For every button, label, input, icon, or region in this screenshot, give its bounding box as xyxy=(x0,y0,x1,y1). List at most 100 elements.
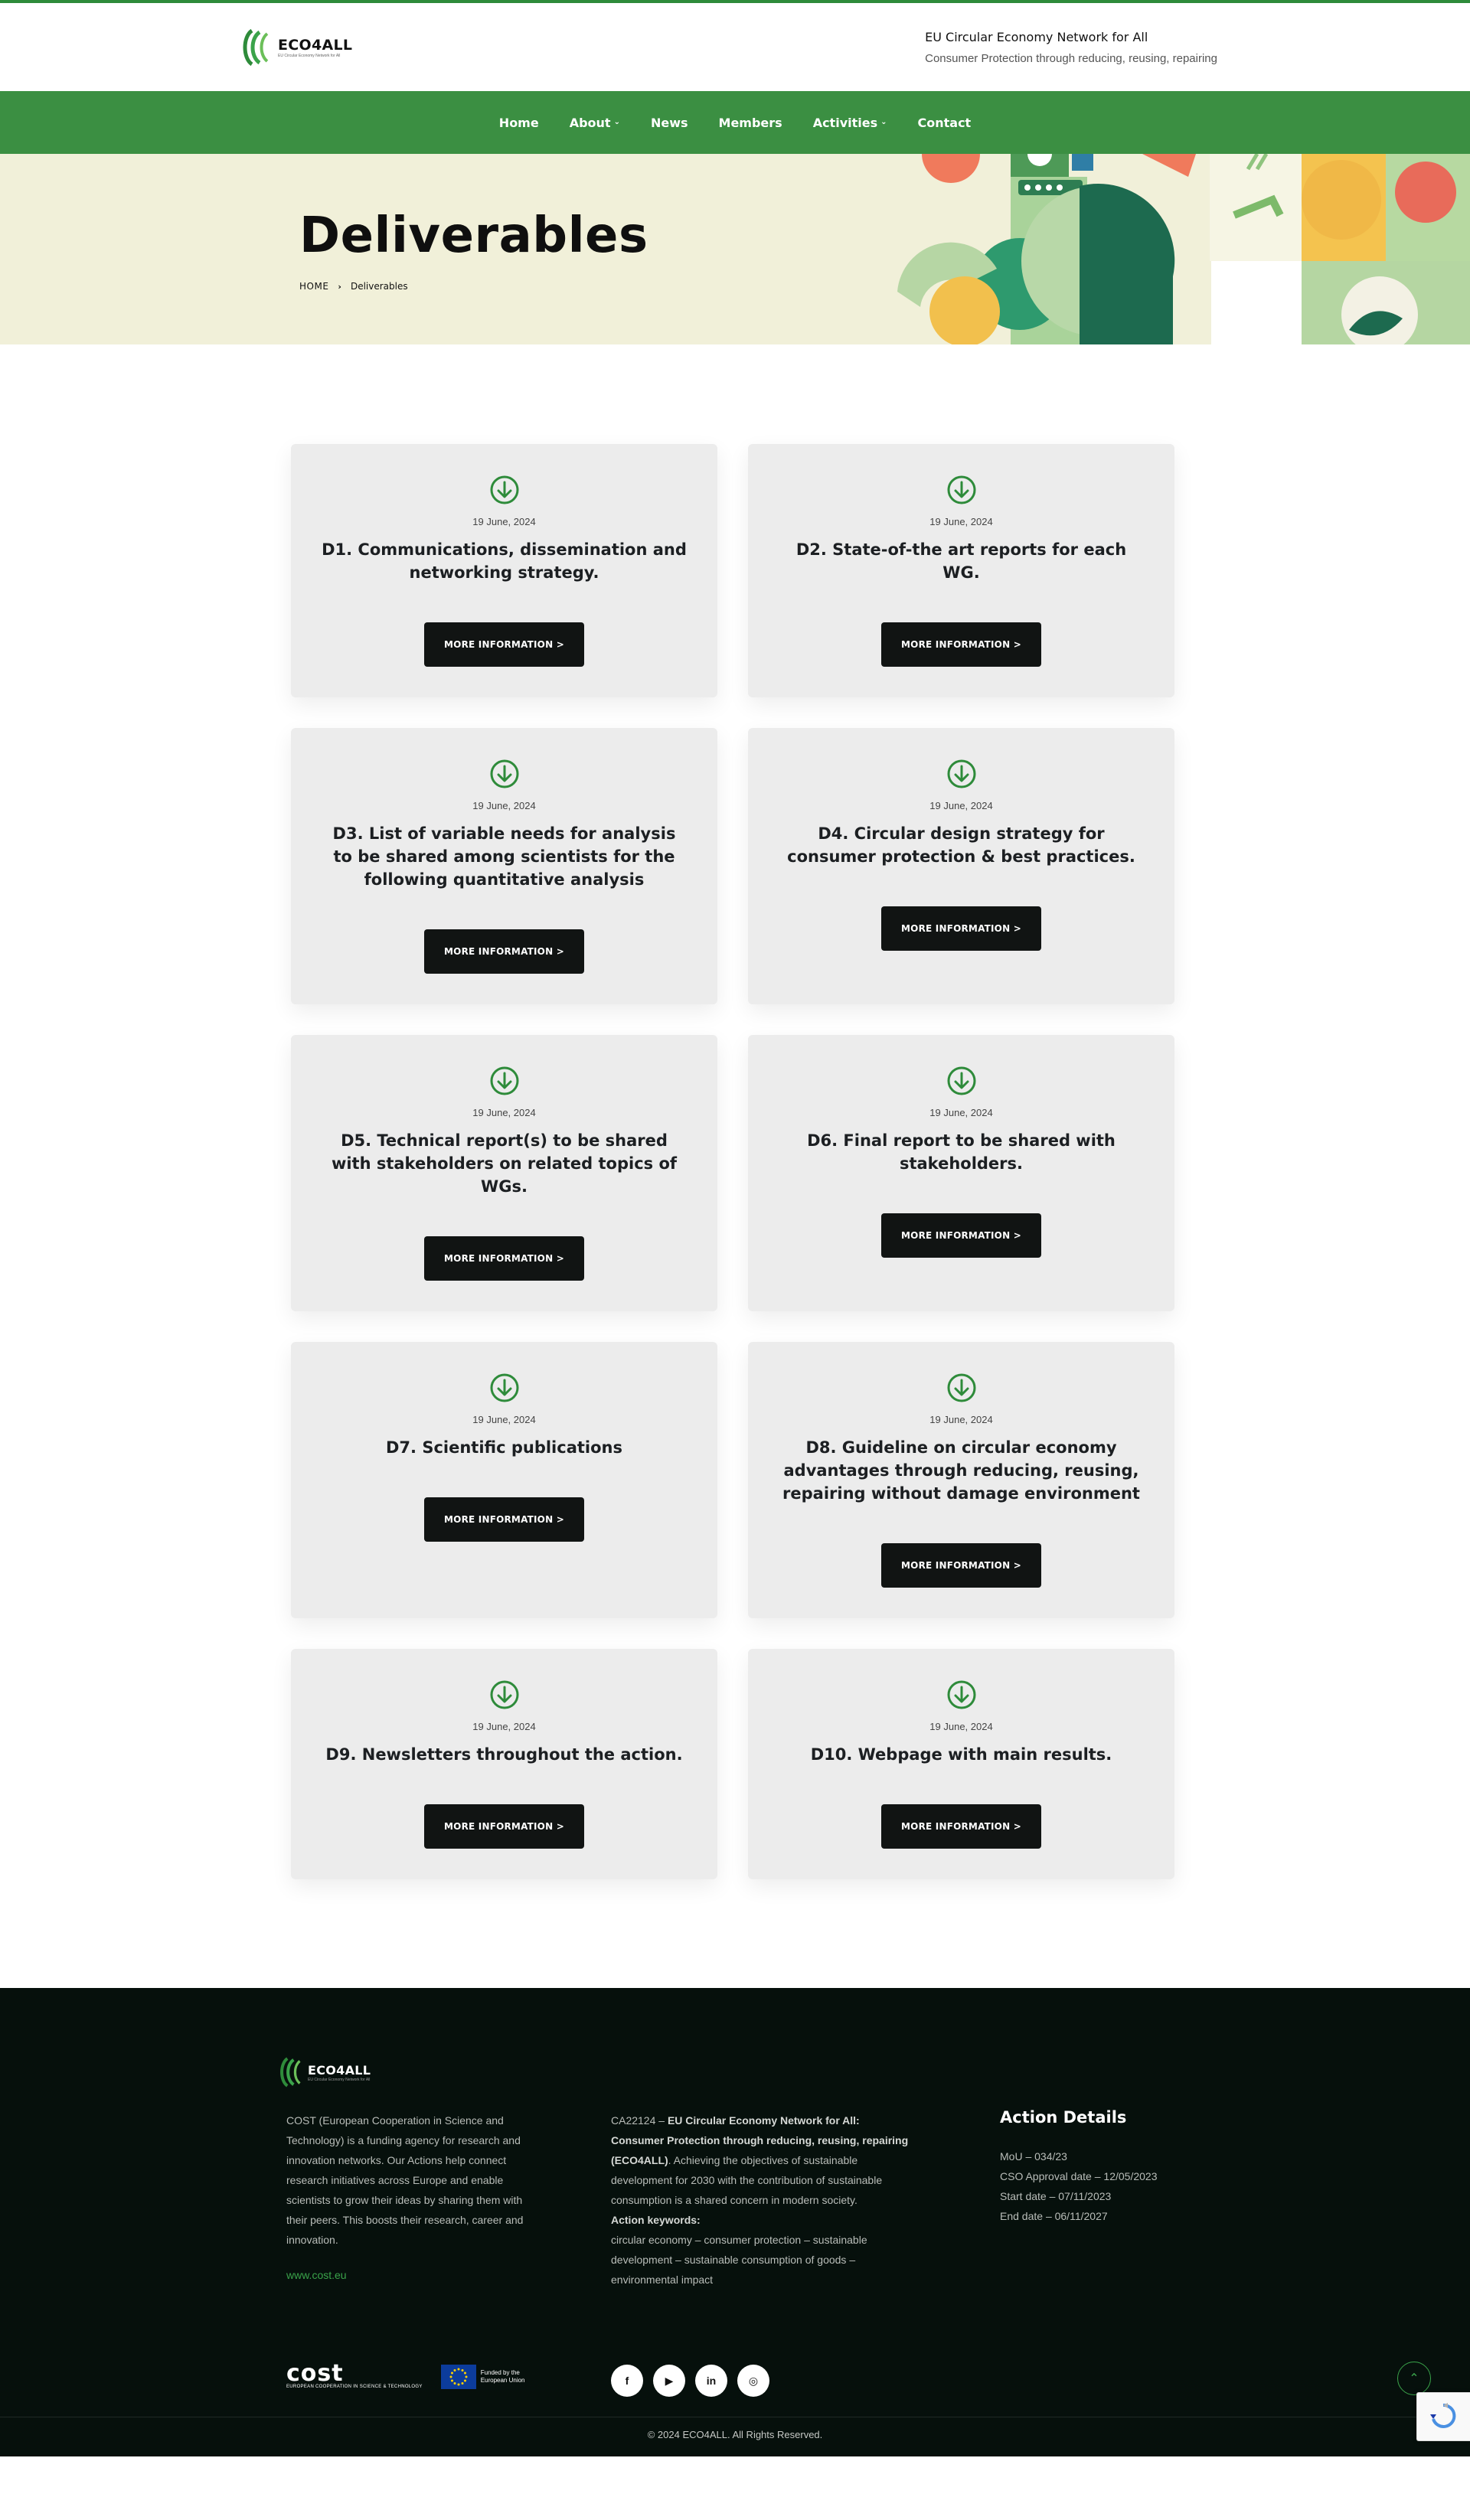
detail-cso-approval: CSO Approval date – 12/05/2023 xyxy=(1000,2170,1158,2182)
breadcrumb-current: Deliverables xyxy=(350,281,408,292)
funding-logos: cost EUROPEAN COOPERATION IN SCIENCE & T… xyxy=(286,2360,542,2390)
more-information-button[interactable]: MORE INFORMATION > xyxy=(881,1804,1041,1849)
download-icon[interactable] xyxy=(946,1679,977,1710)
card-date: 19 June, 2024 xyxy=(929,800,993,811)
card-title[interactable]: D1. Communications, dissemination and ne… xyxy=(322,538,687,584)
page-title: Deliverables xyxy=(299,207,648,264)
cost-website-link[interactable]: www.cost.eu xyxy=(286,2265,347,2285)
tagline-title: EU Circular Economy Network for All xyxy=(925,29,1148,44)
footer-logo[interactable]: ECO4ALL EU Circular Economy Network for … xyxy=(279,2055,381,2089)
instagram-icon[interactable]: ◎ xyxy=(737,2365,769,2397)
footer-about-text: COST (European Cooperation in Science an… xyxy=(286,2114,524,2246)
logo-name: ECO4ALL xyxy=(278,36,353,54)
card-title[interactable]: D8. Guideline on circular economy advant… xyxy=(779,1436,1144,1505)
facebook-icon[interactable]: f xyxy=(611,2365,643,2397)
more-information-button[interactable]: MORE INFORMATION > xyxy=(881,1543,1041,1588)
eco4all-logo-icon xyxy=(243,28,269,66)
card-title[interactable]: D4. Circular design strategy for consume… xyxy=(779,822,1144,868)
cost-logo-word: cost xyxy=(286,2360,344,2387)
deliverable-card: 19 June, 2024 D9. Newsletters throughout… xyxy=(291,1649,717,1879)
nav-label: Activities xyxy=(812,115,878,130)
download-icon[interactable] xyxy=(946,1373,977,1403)
linkedin-icon[interactable]: in xyxy=(695,2365,727,2397)
header-tagline: EU Circular Economy Network for All Cons… xyxy=(925,30,1217,65)
page-hero: Deliverables HOME › Deliverables xyxy=(0,154,1470,344)
cost-logo[interactable]: cost EUROPEAN COOPERATION IN SCIENCE & T… xyxy=(286,2360,423,2390)
card-date: 19 June, 2024 xyxy=(472,1721,536,1732)
eu-flag-icon xyxy=(440,2364,476,2389)
footer-about: COST (European Cooperation in Science an… xyxy=(286,2110,531,2285)
keywords-label: Action keywords: xyxy=(611,2214,701,2226)
nav-item-about[interactable]: About ⌄ xyxy=(570,116,620,130)
chevron-up-icon: ⌃ xyxy=(1409,2372,1419,2385)
download-icon[interactable] xyxy=(946,1066,977,1096)
more-information-button[interactable]: MORE INFORMATION > xyxy=(424,1804,584,1849)
deliverable-card: 19 June, 2024 D10. Webpage with main res… xyxy=(748,1649,1174,1879)
more-information-button[interactable]: MORE INFORMATION > xyxy=(424,622,584,667)
youtube-icon[interactable]: ▶ xyxy=(653,2365,685,2397)
more-information-button[interactable]: MORE INFORMATION > xyxy=(881,622,1041,667)
keywords-text: circular economy – consumer protection –… xyxy=(611,2234,867,2286)
chevron-down-icon: ⌄ xyxy=(880,117,887,126)
deliverable-card: 19 June, 2024 D2. State-of-the art repor… xyxy=(748,444,1174,697)
download-icon[interactable] xyxy=(489,1066,520,1096)
nav-label: About xyxy=(569,115,611,130)
card-date: 19 June, 2024 xyxy=(929,1721,993,1732)
card-date: 19 June, 2024 xyxy=(929,516,993,527)
download-icon[interactable] xyxy=(489,475,520,505)
card-title[interactable]: D5. Technical report(s) to be shared wit… xyxy=(322,1129,687,1198)
chevron-down-icon: ⌄ xyxy=(613,117,620,126)
download-icon[interactable] xyxy=(489,1373,520,1403)
deliverable-card: 19 June, 2024 D6. Final report to be sha… xyxy=(748,1035,1174,1311)
nav-label: Home xyxy=(498,115,539,130)
recaptcha-icon xyxy=(1430,2403,1456,2428)
social-links: f ▶ in ◎ xyxy=(611,2365,769,2397)
detail-mou: MoU – 034/23 xyxy=(1000,2150,1067,2163)
action-code: CA22124 – xyxy=(611,2114,668,2127)
eu-funding-text: Funded by the European Union xyxy=(480,2368,525,2384)
deliverables-grid: 19 June, 2024 D1. Communications, dissem… xyxy=(291,444,1179,1879)
chevron-right-icon: › xyxy=(338,281,341,292)
nav-item-news[interactable]: News xyxy=(651,116,688,130)
more-information-button[interactable]: MORE INFORMATION > xyxy=(881,1213,1041,1258)
nav-label: Members xyxy=(718,115,782,130)
download-icon[interactable] xyxy=(489,1679,520,1710)
more-information-button[interactable]: MORE INFORMATION > xyxy=(424,1497,584,1542)
download-icon[interactable] xyxy=(489,759,520,789)
card-title[interactable]: D7. Scientific publications xyxy=(386,1436,622,1459)
nav-item-members[interactable]: Members xyxy=(719,116,782,130)
footer-logo-name: ECO4ALL xyxy=(308,2062,371,2078)
deliverable-card: 19 June, 2024 D8. Guideline on circular … xyxy=(748,1342,1174,1618)
card-title[interactable]: D3. List of variable needs for analysis … xyxy=(322,822,687,891)
nav-item-activities[interactable]: Activities ⌄ xyxy=(813,116,887,130)
nav-item-contact[interactable]: Contact xyxy=(918,116,972,130)
download-icon[interactable] xyxy=(946,475,977,505)
recaptcha-badge[interactable] xyxy=(1416,2392,1470,2441)
card-title[interactable]: D9. Newsletters throughout the action. xyxy=(325,1743,682,1766)
card-date: 19 June, 2024 xyxy=(472,1414,536,1425)
back-to-top-button[interactable]: ⌃ xyxy=(1397,2362,1431,2395)
breadcrumb-home-link[interactable]: HOME xyxy=(299,281,328,292)
footer-logo-subtitle: EU Circular Economy Network for All xyxy=(308,2077,371,2082)
footer-action-details: Action Details MoU – 034/23 CSO Approval… xyxy=(1000,2108,1157,2226)
site-footer: ECO4ALL EU Circular Economy Network for … xyxy=(0,1988,1470,2456)
more-information-button[interactable]: MORE INFORMATION > xyxy=(424,1236,584,1281)
more-information-button[interactable]: MORE INFORMATION > xyxy=(424,929,584,974)
tagline-subtitle: Consumer Protection through reducing, re… xyxy=(925,51,1217,65)
card-title[interactable]: D2. State-of-the art reports for each WG… xyxy=(779,538,1144,584)
breadcrumb: HOME › Deliverables xyxy=(299,281,408,292)
site-logo[interactable]: ECO4ALL EU Circular Economy Network for … xyxy=(241,28,352,67)
more-information-button[interactable]: MORE INFORMATION > xyxy=(881,906,1041,951)
action-details-heading: Action Details xyxy=(1000,2108,1127,2127)
card-title[interactable]: D6. Final report to be shared with stake… xyxy=(779,1129,1144,1175)
nav-label: Contact xyxy=(917,115,972,130)
card-date: 19 June, 2024 xyxy=(929,1414,993,1425)
eu-funding-logo: Funded by the European Union xyxy=(440,2364,542,2389)
copyright-text: © 2024 ECO4ALL. All Rights Reserved. xyxy=(647,2429,823,2440)
nav-item-home[interactable]: Home xyxy=(499,116,539,130)
download-icon[interactable] xyxy=(946,759,977,789)
card-title[interactable]: D10. Webpage with main results. xyxy=(811,1743,1112,1766)
detail-start-date: Start date – 07/11/2023 xyxy=(1000,2190,1112,2202)
eco4all-logo-icon xyxy=(280,2057,301,2087)
card-date: 19 June, 2024 xyxy=(472,516,536,527)
